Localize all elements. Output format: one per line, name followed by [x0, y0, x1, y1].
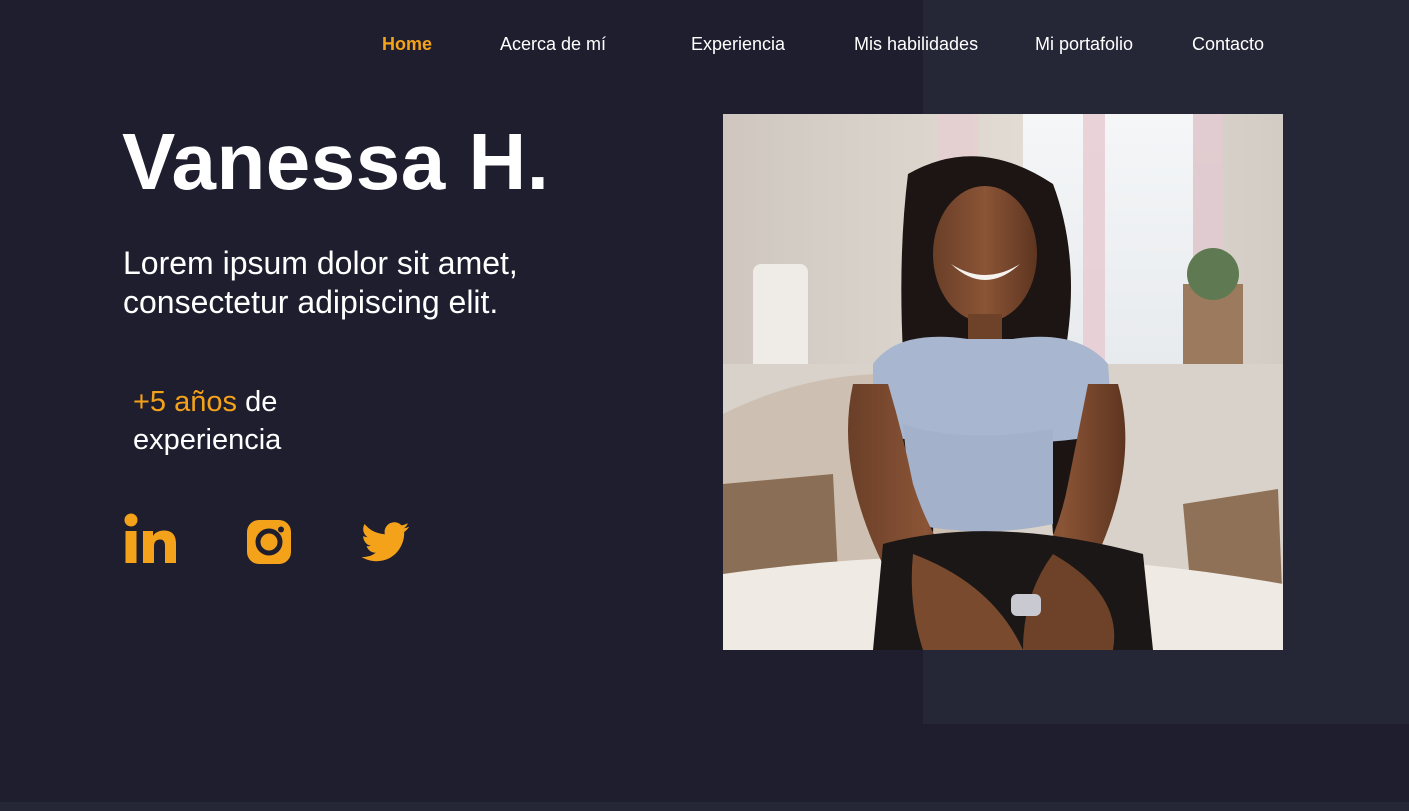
- bottom-strip: [0, 802, 1409, 811]
- twitter-link[interactable]: [362, 521, 410, 577]
- twitter-icon: [362, 521, 410, 563]
- linkedin-link[interactable]: [124, 512, 178, 568]
- portfolio-page: Home Acerca de mí Experiencia Mis habili…: [0, 0, 1409, 811]
- nav-item-portfolio[interactable]: Mi portafolio: [1035, 32, 1133, 56]
- profile-photo: [723, 114, 1283, 650]
- nav-item-about[interactable]: Acerca de mí: [500, 32, 606, 56]
- experience-statement: +5 años de experiencia: [133, 383, 393, 459]
- instagram-icon: [246, 519, 292, 565]
- main-nav: Home Acerca de mí Experiencia Mis habili…: [0, 32, 1409, 58]
- experience-years: +5 años: [133, 386, 238, 418]
- nav-item-contact[interactable]: Contacto: [1192, 32, 1264, 56]
- hero-subtitle: Lorem ipsum dolor sit amet, consectetur …: [123, 245, 518, 320]
- linkedin-icon: [124, 512, 178, 566]
- nav-item-home[interactable]: Home: [382, 32, 432, 56]
- nav-item-experience[interactable]: Experiencia: [691, 32, 785, 56]
- nav-item-skills[interactable]: Mis habilidades: [854, 32, 978, 56]
- instagram-link[interactable]: [246, 519, 292, 575]
- hero-name: Vanessa H.: [122, 117, 550, 206]
